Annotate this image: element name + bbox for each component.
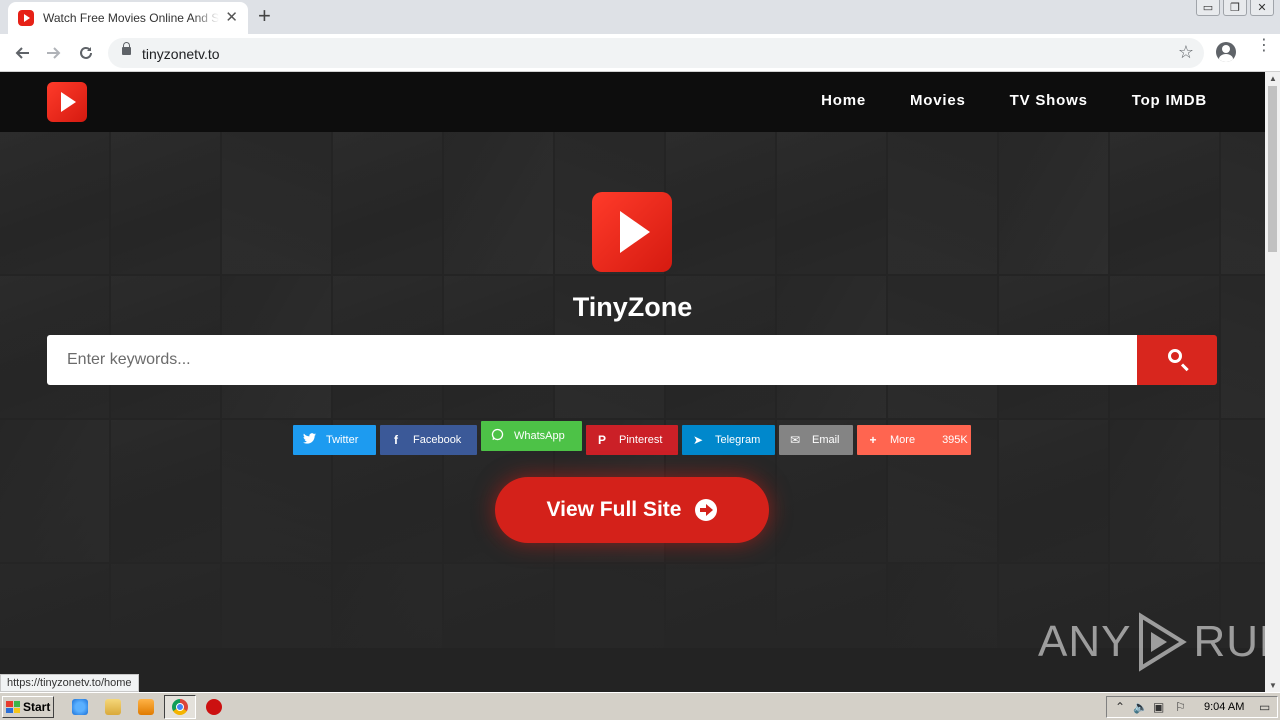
forward-arrow-icon[interactable] <box>43 42 65 64</box>
anyrun-watermark: ANY RUN <box>1038 610 1265 674</box>
share-telegram-button[interactable]: ➤ Telegram <box>682 425 775 455</box>
share-label: WhatsApp <box>514 430 565 442</box>
close-window-button[interactable]: ✕ <box>1250 0 1274 16</box>
scroll-down-icon[interactable]: ▼ <box>1269 681 1277 690</box>
flag-icon[interactable]: ⚐ <box>1175 700 1186 714</box>
restore-button[interactable]: ❐ <box>1223 0 1247 16</box>
share-buttons: Twitter f Facebook WhatsApp P Pinterest … <box>0 421 1265 455</box>
facebook-icon: f <box>394 433 398 447</box>
watermark-right: RUN <box>1193 617 1265 666</box>
folder-icon[interactable] <box>105 699 121 715</box>
minimize-button[interactable]: ▭ <box>1196 0 1220 16</box>
share-pinterest-button[interactable]: P Pinterest <box>586 425 678 455</box>
opera-icon[interactable] <box>206 699 222 715</box>
cta-label: View Full Site <box>546 498 682 521</box>
main-nav: Home Movies TV Shows Top IMDB <box>777 92 1207 109</box>
back-arrow-icon[interactable] <box>11 42 33 64</box>
lock-icon <box>122 42 131 55</box>
share-label: More <box>890 434 916 446</box>
browser-menu-icon[interactable]: ⋮ <box>1256 38 1272 54</box>
telegram-icon: ➤ <box>692 433 704 447</box>
share-whatsapp-button[interactable]: WhatsApp <box>481 421 582 451</box>
close-tab-icon[interactable]: ✕ <box>225 10 238 26</box>
scrollbar-thumb[interactable] <box>1268 86 1277 252</box>
chrome-icon <box>172 699 188 715</box>
share-label: Twitter <box>326 434 359 446</box>
site-title: TinyZone <box>572 292 693 322</box>
site-logo-icon[interactable] <box>47 82 87 122</box>
media-player-icon[interactable] <box>138 699 154 715</box>
profile-avatar-icon[interactable] <box>1216 42 1236 62</box>
site-favicon-icon <box>18 10 34 26</box>
search-button[interactable] <box>1137 335 1217 385</box>
start-button[interactable]: Start <box>2 696 54 718</box>
window-controls: ▭ ❐ ✕ <box>1196 0 1274 16</box>
search-icon <box>1168 349 1182 363</box>
taskbar: Start ⌃ 🔈 ▣ ⚐ 9:04 AM ▭ <box>0 692 1280 720</box>
page-scrollbar[interactable]: ▲ ▼ <box>1265 72 1280 692</box>
watermark-left: ANY <box>1038 617 1132 666</box>
email-icon: ✉ <box>789 433 801 447</box>
arrow-right-circle-icon <box>695 499 718 521</box>
search-input[interactable] <box>47 335 1137 385</box>
whatsapp-icon <box>490 428 504 444</box>
address-bar[interactable]: tinyzonetv.to ☆ <box>108 38 1204 68</box>
nav-movies[interactable]: Movies <box>910 92 966 109</box>
tray-expand-icon[interactable]: ⌃ <box>1115 700 1125 714</box>
share-label: Email <box>812 434 840 446</box>
pinterest-icon: P <box>597 433 606 447</box>
system-tray: ⌃ 🔈 ▣ ⚐ 9:04 AM ▭ <box>1106 696 1278 718</box>
nav-home[interactable]: Home <box>821 92 866 109</box>
show-desktop-icon[interactable]: ▭ <box>1259 700 1270 714</box>
search-form <box>47 335 1217 385</box>
plus-icon: + <box>869 433 877 447</box>
share-label: Telegram <box>715 434 761 446</box>
bookmark-star-icon[interactable]: ☆ <box>1178 42 1194 63</box>
volume-icon[interactable]: 🔈 <box>1133 700 1148 714</box>
site-header: Home Movies TV Shows Top IMDB <box>0 72 1265 132</box>
scroll-up-icon[interactable]: ▲ <box>1269 74 1277 83</box>
view-full-site-button[interactable]: View Full Site <box>495 477 769 543</box>
new-tab-button[interactable]: + <box>258 5 271 27</box>
internet-explorer-icon[interactable] <box>72 699 88 715</box>
tab-title: Watch Free Movies Online And Stream <box>43 11 219 25</box>
share-email-button[interactable]: ✉ Email <box>779 425 853 455</box>
start-label: Start <box>23 700 51 714</box>
watermark-play-icon <box>1139 612 1188 672</box>
share-label: Facebook <box>413 434 462 446</box>
browser-toolbar: tinyzonetv.to ☆ <box>0 34 1280 72</box>
nav-tv-shows[interactable]: TV Shows <box>1010 92 1088 109</box>
browser-tab[interactable]: Watch Free Movies Online And Stream ✕ <box>8 2 248 34</box>
status-bar-url: https://tinyzonetv.to/home <box>0 674 139 692</box>
clock: 9:04 AM <box>1204 701 1245 713</box>
chrome-taskbar-button[interactable] <box>164 695 196 719</box>
nav-top-imdb[interactable]: Top IMDB <box>1132 92 1207 109</box>
network-icon[interactable]: ▣ <box>1153 700 1164 714</box>
twitter-icon <box>302 433 316 447</box>
hero-logo-icon <box>592 192 672 272</box>
share-facebook-button[interactable]: f Facebook <box>380 425 477 455</box>
windows-logo-icon <box>6 701 20 713</box>
share-more-button[interactable]: + More 395K <box>857 425 971 455</box>
reload-icon[interactable] <box>75 42 97 64</box>
tab-strip: Watch Free Movies Online And Stream ✕ + … <box>0 0 1280 34</box>
share-twitter-button[interactable]: Twitter <box>293 425 376 455</box>
share-label: Pinterest <box>619 434 663 446</box>
address-url: tinyzonetv.to <box>142 46 220 62</box>
share-count: 395K <box>942 434 968 446</box>
page-viewport: Home Movies TV Shows Top IMDB TinyZone T… <box>0 72 1265 692</box>
